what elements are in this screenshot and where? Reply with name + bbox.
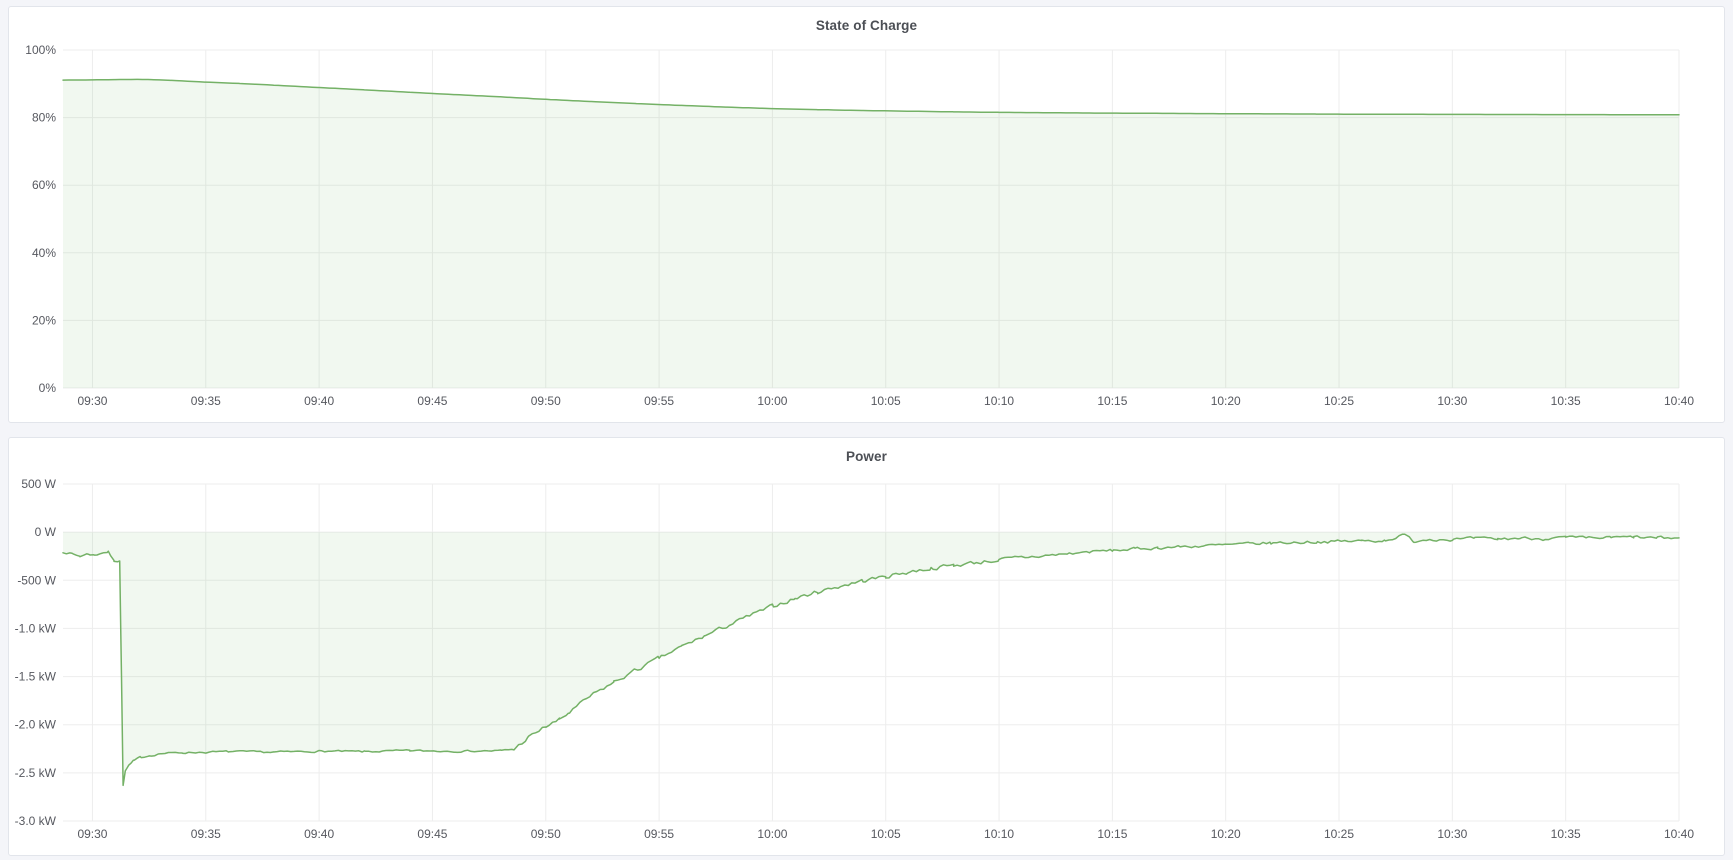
x-tick-label: 09:45: [417, 394, 447, 408]
y-tick-label: -2.5 kW: [15, 766, 57, 780]
y-tick-label: 100%: [25, 43, 56, 57]
series-area: [63, 532, 1679, 785]
x-tick-label: 10:05: [871, 394, 901, 408]
x-tick-label: 09:55: [644, 394, 674, 408]
x-tick-label: 09:50: [531, 394, 561, 408]
x-tick-label: 10:30: [1437, 394, 1467, 408]
y-tick-label: -3.0 kW: [15, 814, 57, 828]
y-tick-label: 20%: [32, 313, 56, 327]
y-tick-label: -2.0 kW: [15, 718, 57, 732]
x-tick-label: 10:10: [984, 827, 1014, 841]
x-tick-label: 10:15: [1097, 394, 1127, 408]
y-tick-label: -1.0 kW: [15, 621, 57, 635]
x-tick-label: 10:20: [1211, 827, 1241, 841]
x-tick-label: 10:00: [757, 394, 787, 408]
x-tick-label: 10:10: [984, 394, 1014, 408]
x-tick-label: 10:40: [1664, 394, 1694, 408]
x-tick-label: 10:15: [1097, 827, 1127, 841]
x-tick-label: 09:45: [417, 827, 447, 841]
x-tick-label: 10:35: [1551, 394, 1581, 408]
x-tick-label: 09:40: [304, 394, 334, 408]
x-tick-label: 10:40: [1664, 827, 1694, 841]
power-chart[interactable]: 500 W 0 W -500 W -1.0 kW -1.5 kW -2.0 kW -2.5 …: [9, 438, 1724, 855]
x-tick-label: 10:30: [1437, 827, 1467, 841]
y-tick-label: 60%: [32, 178, 56, 192]
x-tick-label: 09:35: [191, 394, 221, 408]
y-tick-label: 80%: [32, 111, 56, 125]
x-tick-label: 09:35: [191, 827, 221, 841]
state-of-charge-chart-plot-area[interactable]: 100% 80% 60% 40% 20% 0% 09:30 09:35 09:40 09:45 09…: [9, 7, 1724, 422]
x-tick-label: 10:35: [1551, 827, 1581, 841]
y-tick-label: -1.5 kW: [15, 670, 57, 684]
state-of-charge-chart[interactable]: 100% 80% 60% 40% 20% 0% 09:30 09:35 09:40 09:45 09…: [9, 7, 1724, 422]
panel-power: Power 500 W0 W-500 W-1.0 kW-1.5 kW-2.0 k…: [8, 437, 1725, 856]
series-area: [63, 79, 1679, 388]
x-tick-label: 10:00: [757, 827, 787, 841]
power-chart-plot-area[interactable]: 500 W 0 W -500 W -1.0 kW -1.5 kW -2.0 kW -2.5 …: [9, 438, 1724, 855]
x-tick-label: 09:30: [77, 394, 107, 408]
x-tick-label: 10:25: [1324, 827, 1354, 841]
panel-state-of-charge: State of Charge 100%80%60%40%20%0%09:300…: [8, 6, 1725, 423]
x-tick-label: 09:50: [531, 827, 561, 841]
x-tick-label: 09:40: [304, 827, 334, 841]
y-tick-label: 40%: [32, 246, 56, 260]
x-tick-label: 10:20: [1211, 394, 1241, 408]
x-tick-label: 10:25: [1324, 394, 1354, 408]
x-tick-label: 09:55: [644, 827, 674, 841]
x-tick-label: 09:30: [77, 827, 107, 841]
y-tick-label: 0 W: [35, 525, 57, 539]
y-tick-label: -500 W: [17, 573, 56, 587]
y-tick-label: 500 W: [21, 477, 56, 491]
x-tick-label: 10:05: [871, 827, 901, 841]
y-tick-label: 0%: [39, 381, 57, 395]
